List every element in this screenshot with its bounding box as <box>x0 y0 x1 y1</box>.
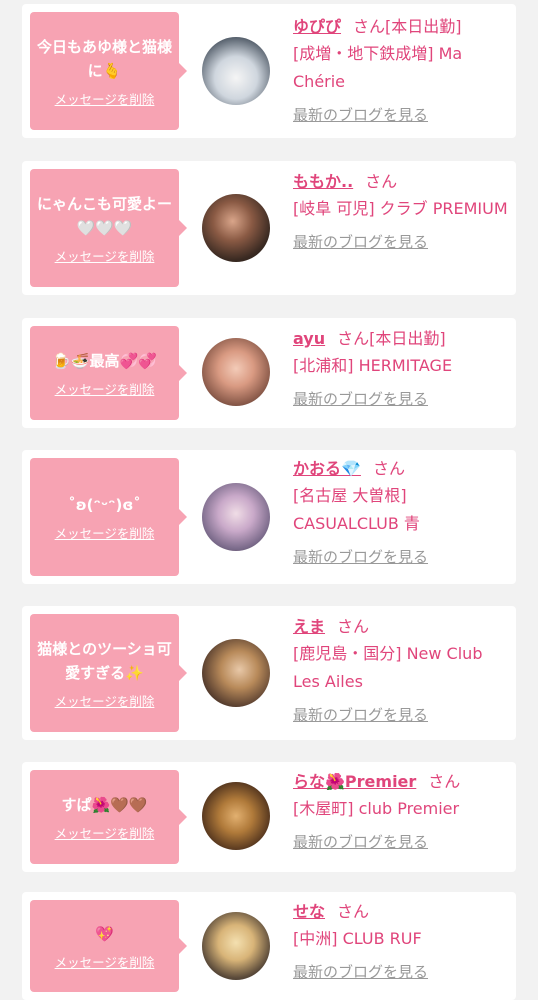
avatar[interactable] <box>202 483 270 551</box>
shop-name: [中洲] CLUB RUF <box>293 929 422 948</box>
status-badge: [本日出勤] <box>385 17 462 36</box>
avatar[interactable] <box>202 782 270 850</box>
delete-message-link[interactable]: メッセージを削除 <box>55 823 155 842</box>
message-text: 🍺🍜最高💞💞 <box>52 351 157 370</box>
cast-info: かおる💎 さん [名古屋 大曽根] CASUALCLUB 青 最新のブログを見る <box>293 456 508 567</box>
latest-blog-link[interactable]: 最新のブログを見る <box>293 104 508 125</box>
message-card: ˚ʚ(ᵔᵕᵔ)ɞ˚ メッセージを削除 かおる💎 さん [名古屋 大曽根] CASU… <box>22 450 516 584</box>
message-bubble: すぱ🌺🤎🤎 メッセージを削除 <box>30 770 187 864</box>
honorific: さん <box>428 772 461 791</box>
honorific: さん <box>337 329 370 348</box>
cast-info: らな🌺Premier さん [木屋町] club Premier 最新のブログを見… <box>293 769 508 852</box>
delete-message-link[interactable]: メッセージを削除 <box>55 691 155 710</box>
honorific: さん <box>365 172 398 191</box>
cast-name-link[interactable]: ゆぴぴ <box>293 17 341 36</box>
latest-blog-link[interactable]: 最新のブログを見る <box>293 831 508 852</box>
status-badge: [本日出勤] <box>369 329 446 348</box>
message-card: にゃんこも可愛よー🤍🤍🤍 メッセージを削除 ももか.. さん [岐阜 可児] クラ… <box>22 161 516 295</box>
delete-message-link[interactable]: メッセージを削除 <box>55 379 155 398</box>
message-bubble: 猫様とのツーショ可愛すぎる✨ メッセージを削除 <box>30 614 187 732</box>
message-text: 💖 <box>95 924 114 943</box>
cast-name-link[interactable]: ももか.. <box>293 172 353 191</box>
message-bubble: にゃんこも可愛よー🤍🤍🤍 メッセージを削除 <box>30 169 187 287</box>
latest-blog-link[interactable]: 最新のブログを見る <box>293 546 508 567</box>
cast-info: ゆぴぴ さん[本日出勤] [成増・地下鉄成増] Ma Chérie 最新のブログを… <box>293 14 508 125</box>
message-text: 今日もあゆ様と猫様に🫰 <box>36 37 172 80</box>
message-bubble: 今日もあゆ様と猫様に🫰 メッセージを削除 <box>30 12 187 130</box>
message-bubble: ˚ʚ(ᵔᵕᵔ)ɞ˚ メッセージを削除 <box>30 458 187 576</box>
honorific: さん <box>372 459 405 478</box>
delete-message-link[interactable]: メッセージを削除 <box>55 952 155 971</box>
message-card: 🍺🍜最高💞💞 メッセージを削除 ayu さん[本日出勤] [北浦和] HERMIT… <box>22 318 516 428</box>
cast-name-link[interactable]: えま <box>293 617 325 636</box>
cast-name-link[interactable]: せな <box>293 902 325 921</box>
message-text: にゃんこも可愛よー🤍🤍🤍 <box>36 194 172 237</box>
message-card: すぱ🌺🤎🤎 メッセージを削除 らな🌺Premier さん [木屋町] club P… <box>22 762 516 872</box>
cast-info: ももか.. さん [岐阜 可児] クラブ PREMIUM 最新のブログを見る <box>293 169 508 252</box>
avatar[interactable] <box>202 37 270 105</box>
message-card: 💖 メッセージを削除 せな さん [中洲] CLUB RUF 最新のブログを見る <box>22 892 516 1000</box>
cast-name-link[interactable]: かおる💎 <box>293 459 361 478</box>
shop-name: [木屋町] club Premier <box>293 799 460 818</box>
avatar[interactable] <box>202 912 270 980</box>
message-bubble: 💖 メッセージを削除 <box>30 900 187 992</box>
message-card: 猫様とのツーショ可愛すぎる✨ メッセージを削除 えま さん [鹿児島・国分] Ne… <box>22 606 516 740</box>
shop-name: [鹿児島・国分] New Club Les Ailes <box>293 644 483 691</box>
honorific: さん <box>337 617 370 636</box>
honorific: さん <box>353 17 386 36</box>
latest-blog-link[interactable]: 最新のブログを見る <box>293 704 508 725</box>
cast-name-link[interactable]: らな🌺Premier <box>293 772 416 791</box>
avatar[interactable] <box>202 639 270 707</box>
message-card: 今日もあゆ様と猫様に🫰 メッセージを削除 ゆぴぴ さん[本日出勤] [成増・地下鉄… <box>22 4 516 138</box>
delete-message-link[interactable]: メッセージを削除 <box>55 89 155 108</box>
shop-name: [成増・地下鉄成増] Ma Chérie <box>293 44 463 91</box>
message-text: すぱ🌺🤎🤎 <box>61 795 148 814</box>
shop-name: [北浦和] HERMITAGE <box>293 356 453 375</box>
shop-name: [岐阜 可児] クラブ PREMIUM <box>293 199 508 218</box>
message-text: ˚ʚ(ᵔᵕᵔ)ɞ˚ <box>68 495 141 514</box>
message-text: 猫様とのツーショ可愛すぎる✨ <box>37 639 172 682</box>
latest-blog-link[interactable]: 最新のブログを見る <box>293 231 508 252</box>
avatar[interactable] <box>202 338 270 406</box>
shop-name: [名古屋 大曽根] CASUALCLUB 青 <box>293 486 420 533</box>
cast-name-link[interactable]: ayu <box>293 329 325 348</box>
delete-message-link[interactable]: メッセージを削除 <box>55 246 155 265</box>
delete-message-link[interactable]: メッセージを削除 <box>55 523 155 542</box>
avatar[interactable] <box>202 194 270 262</box>
latest-blog-link[interactable]: 最新のブログを見る <box>293 388 508 409</box>
message-bubble: 🍺🍜最高💞💞 メッセージを削除 <box>30 326 187 420</box>
cast-info: ayu さん[本日出勤] [北浦和] HERMITAGE 最新のブログを見る <box>293 326 508 409</box>
cast-info: せな さん [中洲] CLUB RUF 最新のブログを見る <box>293 899 508 982</box>
honorific: さん <box>337 902 370 921</box>
latest-blog-link[interactable]: 最新のブログを見る <box>293 961 508 982</box>
cast-info: えま さん [鹿児島・国分] New Club Les Ailes 最新のブログを… <box>293 614 508 725</box>
